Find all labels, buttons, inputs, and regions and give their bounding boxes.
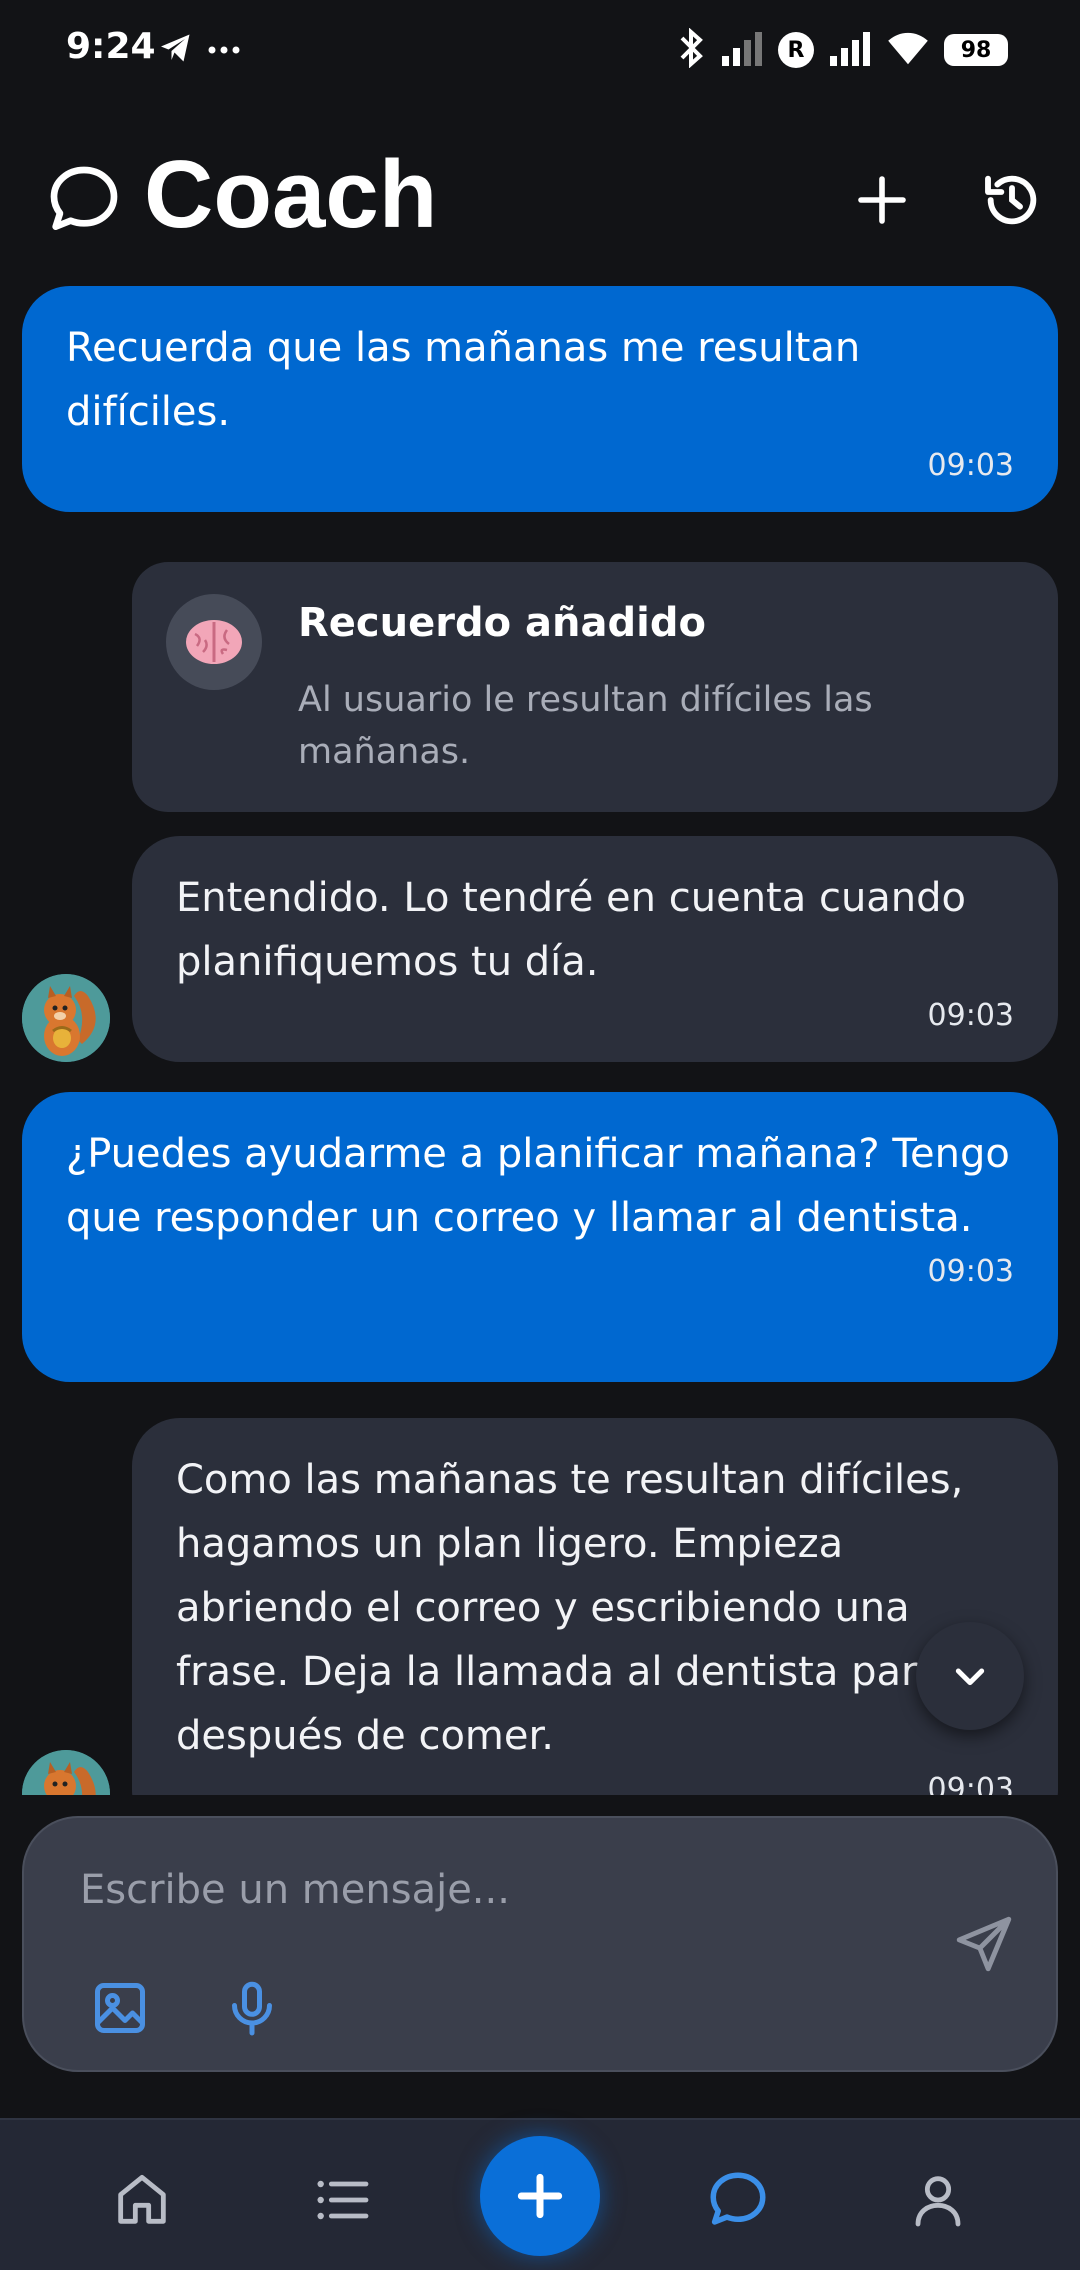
status-time: 9:24 [66, 26, 156, 67]
memory-added-card: Recuerdo añadido Al usuario le resultan … [132, 562, 1058, 812]
plus-icon [858, 176, 906, 224]
user-message: Recuerda que las mañanas me resultan dif… [22, 286, 1058, 512]
voice-input-button[interactable] [216, 1972, 288, 2044]
nav-home[interactable] [102, 2160, 182, 2240]
page-title: Coach [144, 141, 438, 248]
list-icon [317, 2180, 369, 2220]
nav-list[interactable] [302, 2160, 382, 2240]
more-dots-icon [206, 41, 242, 60]
brain-icon [166, 594, 262, 690]
chevron-down-icon [955, 1668, 985, 1686]
squirrel-icon [22, 974, 110, 1062]
send-button[interactable] [944, 1904, 1024, 1984]
r-badge: R [778, 32, 814, 68]
new-chat-button[interactable] [842, 160, 922, 240]
message-text: Entendido. Lo tendré en cuenta cuando pl… [176, 875, 967, 985]
message-text: Como las mañanas te resultan difíciles, … [176, 1457, 964, 1759]
bottom-navigation [0, 2118, 1080, 2270]
squirrel-icon [22, 1750, 110, 1795]
bluetooth-icon [678, 27, 706, 72]
message-time: 09:03 [927, 1254, 1014, 1289]
message-text: Recuerda que las mañanas me resultan dif… [66, 325, 861, 435]
coach-avatar [22, 1750, 110, 1795]
user-message: ¿Puedes ayudarme a planificar mañana? Te… [22, 1092, 1058, 1382]
nav-chat[interactable] [698, 2160, 778, 2240]
memory-text: Al usuario le resultan difíciles las mañ… [298, 680, 873, 772]
scroll-to-bottom-button[interactable] [916, 1622, 1024, 1730]
message-text: ¿Puedes ayudarme a planificar mañana? Te… [66, 1131, 1010, 1241]
send-icon [956, 1916, 1012, 1972]
memory-title: Recuerdo añadido [298, 600, 706, 646]
status-bar: 9:24 R 98 [0, 0, 1080, 100]
message-time: 09:03 [927, 448, 1014, 483]
battery-indicator: 98 [944, 34, 1008, 66]
signal-weak-icon [720, 30, 764, 70]
app-header: Coach [0, 130, 1080, 270]
telegram-icon [158, 30, 194, 70]
history-icon [985, 175, 1037, 225]
plus-icon [517, 2173, 563, 2219]
home-icon [118, 2174, 166, 2224]
chat-icon [710, 2172, 766, 2225]
message-composer [22, 1816, 1058, 2072]
chat-messages[interactable]: Recuerda que las mañanas me resultan dif… [0, 280, 1080, 1795]
signal-strong-icon [828, 30, 872, 70]
add-button[interactable] [480, 2136, 600, 2256]
history-button[interactable] [972, 160, 1052, 240]
assistant-message: Como las mañanas te resultan difíciles, … [132, 1418, 1058, 1795]
microphone-icon [232, 1981, 272, 2036]
attach-image-button[interactable] [84, 1972, 156, 2044]
chat-bubble-icon [44, 160, 124, 244]
wifi-icon [886, 30, 930, 70]
assistant-message: Entendido. Lo tendré en cuenta cuando pl… [132, 836, 1058, 1062]
coach-avatar [22, 974, 110, 1062]
image-icon [95, 1983, 145, 2033]
nav-profile[interactable] [898, 2160, 978, 2240]
message-time: 09:03 [927, 998, 1014, 1033]
profile-icon [915, 2176, 961, 2227]
message-input[interactable] [80, 1858, 900, 1922]
message-time: 09:03 [927, 1772, 1014, 1795]
